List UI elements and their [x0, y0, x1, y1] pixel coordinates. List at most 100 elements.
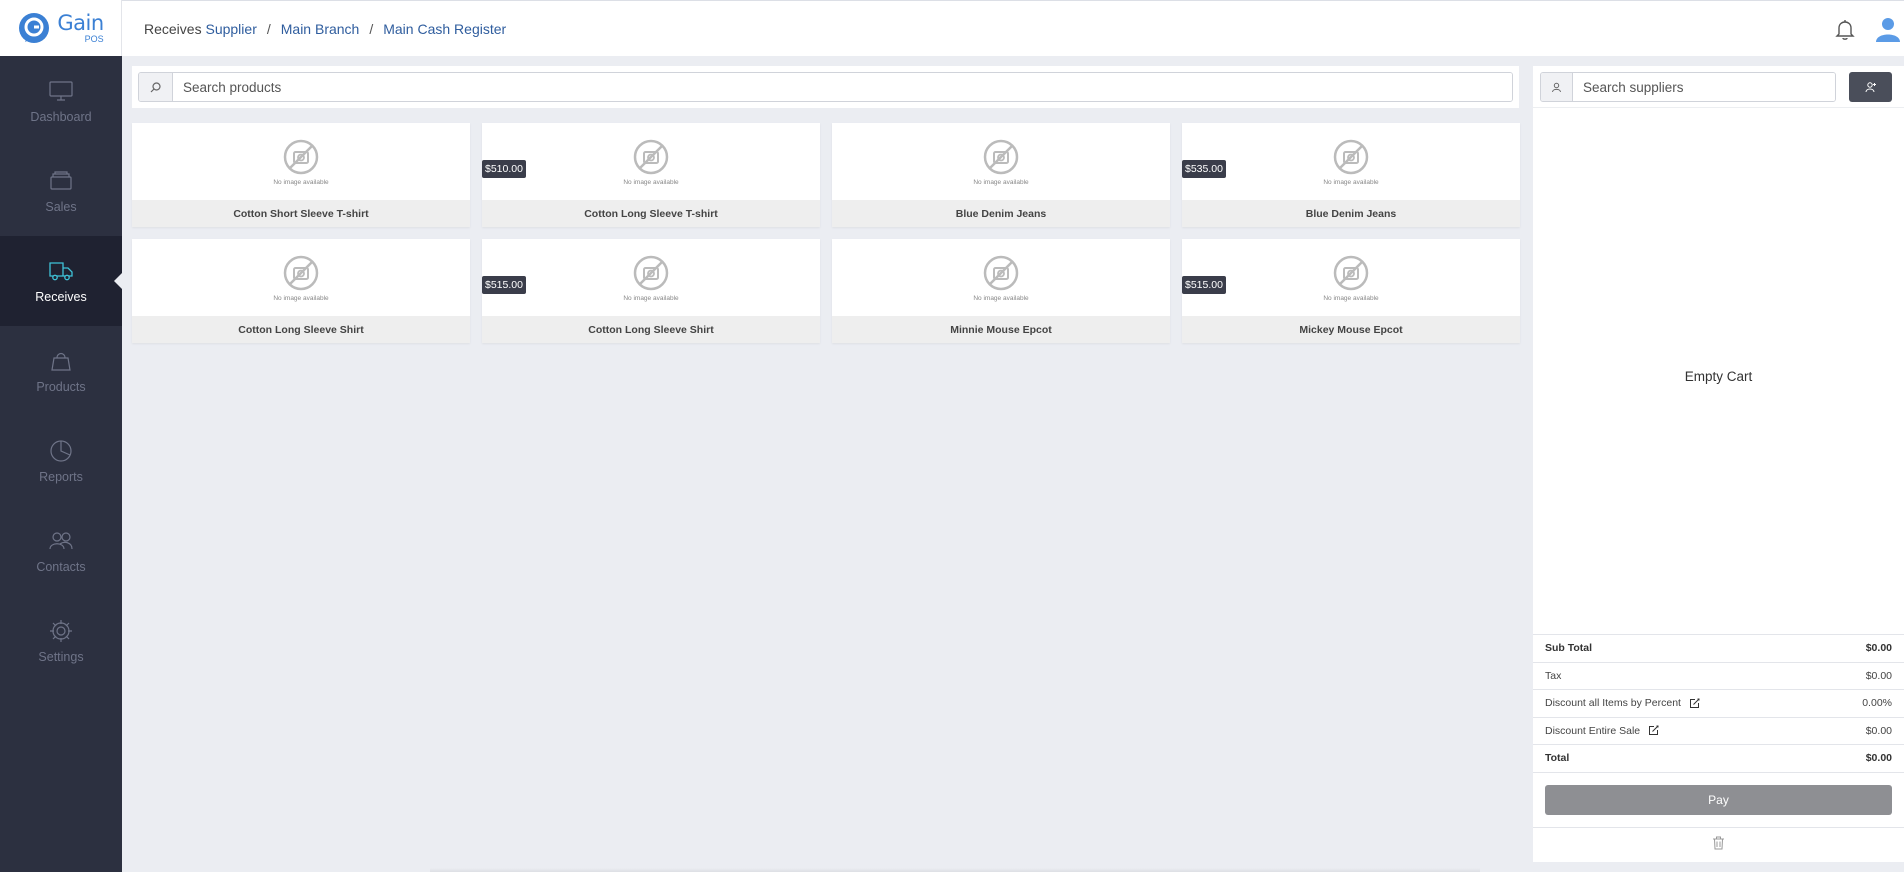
discount-sale-row: Discount Entire Sale $0.00 — [1533, 718, 1904, 745]
tax-row: Tax $0.00 — [1533, 663, 1904, 690]
no-image-icon — [1333, 139, 1369, 174]
product-name: Cotton Short Sleeve T-shirt — [132, 200, 470, 227]
sidebar-item-dashboard[interactable]: Dashboard — [0, 56, 122, 146]
sidebar: Gain POS Dashboard Sales Receives Produc… — [0, 0, 122, 872]
sidebar-item-receives[interactable]: Receives — [0, 236, 122, 326]
product-search-group — [138, 72, 1513, 102]
cart-panel: Empty Cart Sub Total $0.00 Tax $0.00 Dis… — [1533, 66, 1904, 862]
pie-chart-icon — [50, 440, 72, 462]
no-image-icon — [633, 139, 669, 174]
no-image-icon — [983, 139, 1019, 174]
price-badge: $515.00 — [482, 276, 526, 294]
product-name: Mickey Mouse Epcot — [1182, 316, 1520, 343]
no-image-icon — [283, 255, 319, 290]
product-name: Cotton Long Sleeve Shirt — [132, 316, 470, 343]
bottom-shadow — [430, 868, 1480, 872]
search-products-input[interactable] — [173, 73, 1512, 101]
bell-icon[interactable] — [1834, 18, 1856, 40]
breadcrumb-cash-register[interactable]: Main Cash Register — [383, 21, 506, 37]
add-user-icon — [1865, 82, 1876, 93]
no-image-icon — [1333, 255, 1369, 290]
product-card[interactable]: No image available Cotton Short Sleeve T… — [132, 123, 470, 227]
cart-totals: Sub Total $0.00 Tax $0.00 Discount all I… — [1533, 634, 1904, 858]
no-image-text: No image available — [1323, 294, 1379, 302]
product-image: No image available — [1182, 239, 1520, 316]
supplier-search-group — [1540, 72, 1836, 102]
subtotal-row: Sub Total $0.00 — [1533, 635, 1904, 663]
sidebar-item-sales[interactable]: Sales — [0, 146, 122, 236]
trash-row — [1533, 828, 1904, 858]
pay-button[interactable]: Pay — [1545, 784, 1892, 815]
tax-value: $0.00 — [1865, 669, 1892, 682]
brand-logo[interactable]: Gain POS — [0, 0, 122, 56]
trash-icon[interactable] — [1712, 836, 1725, 850]
product-card[interactable]: No image available Minnie Mouse Epcot — [832, 239, 1170, 343]
no-image-text: No image available — [973, 294, 1029, 302]
product-card[interactable]: No image available Cotton Long Sleeve T-… — [482, 123, 820, 227]
sidebar-item-label: Reports — [39, 470, 83, 484]
breadcrumb-separator: / — [266, 20, 271, 37]
product-card[interactable]: No image available Cotton Long Sleeve Sh… — [132, 239, 470, 343]
empty-cart-message: Empty Cart — [1684, 368, 1753, 384]
sidebar-item-label: Dashboard — [30, 110, 92, 124]
product-card[interactable]: No image available Cotton Long Sleeve Sh… — [482, 239, 820, 343]
sidebar-item-label: Products — [36, 380, 86, 394]
product-name: Blue Denim Jeans — [1182, 200, 1520, 227]
no-image-icon — [283, 139, 319, 174]
monitor-icon — [49, 81, 73, 101]
discount-sale-value: $0.00 — [1865, 724, 1892, 737]
price-badge: $515.00 — [1182, 276, 1226, 294]
product-name: Minnie Mouse Epcot — [832, 316, 1170, 343]
no-image-text: No image available — [973, 178, 1029, 186]
breadcrumb: Receives Supplier / Main Branch / Main C… — [144, 21, 506, 37]
sidebar-item-reports[interactable]: Reports — [0, 416, 122, 506]
supplier-search-bar — [1533, 66, 1904, 108]
price-badge: $535.00 — [1182, 160, 1226, 178]
discount-percent-row: Discount all Items by Percent 0.00% — [1533, 690, 1904, 718]
sidebar-item-settings[interactable]: Settings — [0, 596, 122, 686]
total-row: Total $0.00 — [1533, 745, 1904, 773]
product-image: No image available — [832, 239, 1170, 316]
sidebar-item-label: Sales — [45, 200, 77, 214]
sidebar-item-contacts[interactable]: Contacts — [0, 506, 122, 596]
product-card[interactable]: No image available Mickey Mouse Epcot $5… — [1182, 239, 1520, 343]
product-image: No image available — [1182, 123, 1520, 200]
product-card[interactable]: No image available Blue Denim Jeans $535… — [1182, 123, 1520, 227]
gear-icon — [50, 620, 72, 642]
tax-label: Tax — [1545, 669, 1562, 682]
search-suppliers-input[interactable] — [1573, 73, 1835, 101]
no-image-icon — [983, 255, 1019, 290]
no-image-text: No image available — [273, 178, 329, 186]
edit-icon[interactable] — [1689, 698, 1700, 709]
sidebar-item-label: Settings — [38, 650, 84, 664]
search-addon — [139, 73, 173, 101]
no-image-text: No image available — [623, 178, 679, 186]
breadcrumb-main-branch[interactable]: Main Branch — [281, 21, 360, 37]
product-search-bar — [132, 66, 1519, 108]
product-name: Cotton Long Sleeve Shirt — [482, 316, 820, 343]
sidebar-item-products[interactable]: Products — [0, 326, 122, 416]
no-image-icon — [633, 255, 669, 290]
discount-percent-value: 0.00% — [1862, 697, 1892, 710]
edit-icon[interactable] — [1648, 725, 1659, 736]
breadcrumb-separator: / — [369, 20, 374, 37]
product-image: No image available — [832, 123, 1170, 200]
brand-sub: POS — [84, 33, 104, 44]
search-icon — [150, 81, 161, 92]
users-icon — [49, 532, 73, 550]
avatar[interactable] — [1874, 15, 1902, 43]
subtotal-value: $0.00 — [1865, 642, 1892, 655]
discount-percent-label: Discount all Items by Percent — [1545, 697, 1681, 710]
user-icon — [1552, 82, 1561, 92]
no-image-text: No image available — [623, 294, 679, 302]
subtotal-label: Sub Total — [1545, 642, 1593, 655]
product-image: No image available — [132, 239, 470, 316]
bag-icon — [51, 352, 71, 371]
no-image-text: No image available — [1323, 178, 1379, 186]
product-grid: No image available Cotton Short Sleeve T… — [132, 123, 1520, 343]
add-supplier-button[interactable] — [1849, 72, 1892, 102]
product-image: No image available — [482, 239, 820, 316]
product-image: No image available — [482, 123, 820, 200]
product-card[interactable]: No image available Blue Denim Jeans — [832, 123, 1170, 227]
breadcrumb-supplier[interactable]: Supplier — [205, 21, 256, 37]
